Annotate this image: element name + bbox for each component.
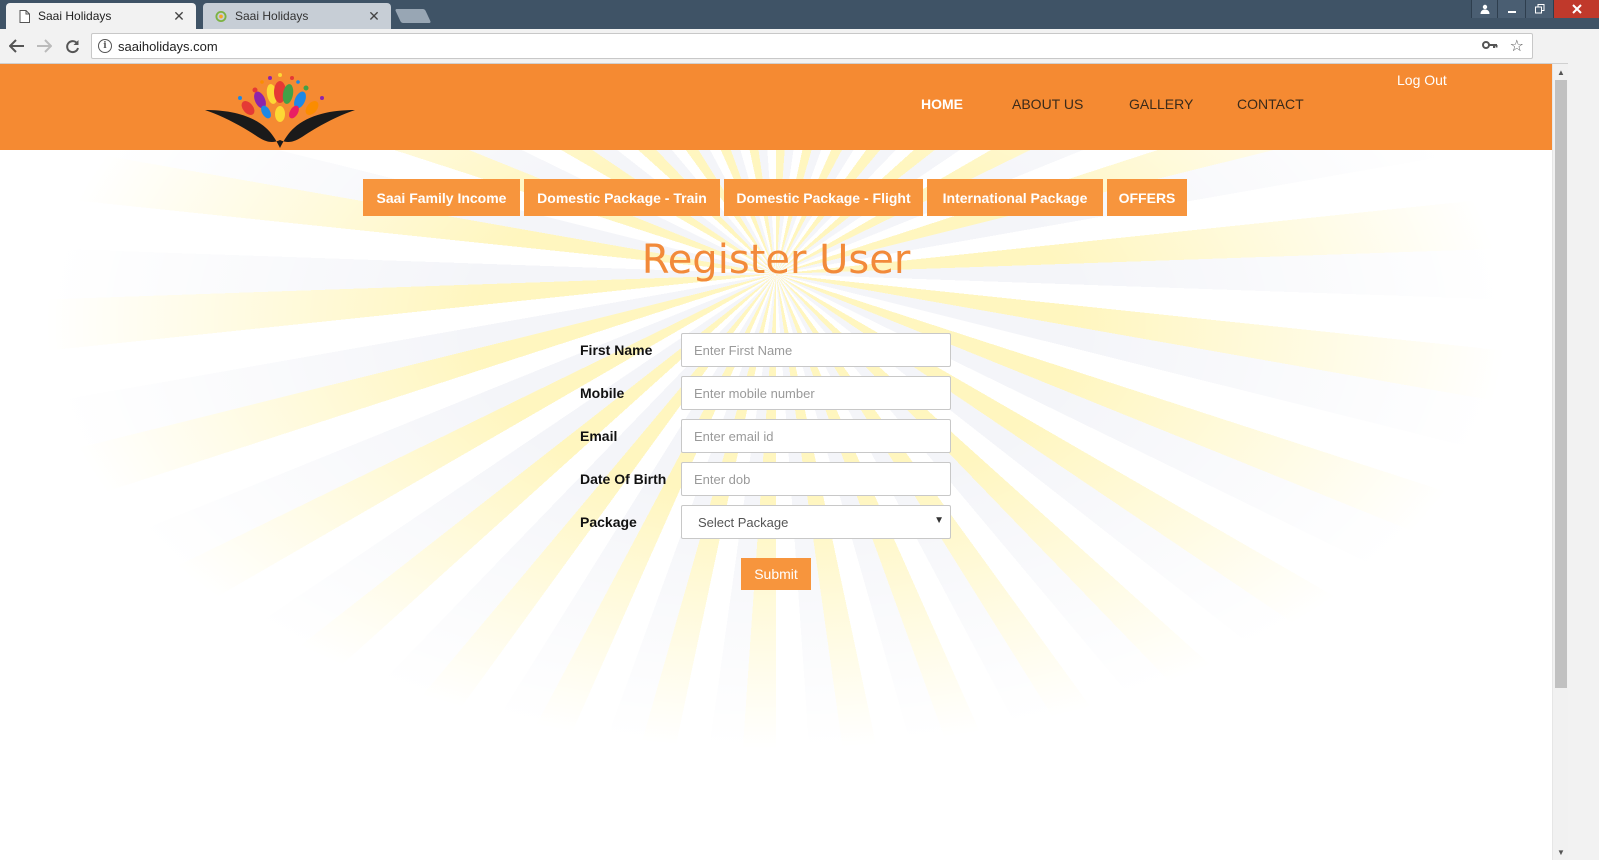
email-input[interactable] xyxy=(681,419,951,453)
package-row: Package Select Package ▼ xyxy=(580,505,960,539)
tab-saai-family-income[interactable]: Saai Family Income xyxy=(363,179,520,216)
scroll-down-arrow-icon[interactable]: ▼ xyxy=(1553,844,1569,860)
url-text: saaiholidays.com xyxy=(118,39,218,54)
scroll-thumb[interactable] xyxy=(1555,80,1567,688)
email-row: Email xyxy=(580,419,960,453)
browser-toolbar: i saaiholidays.com ☆ xyxy=(0,29,1599,64)
logout-link[interactable]: Log Out xyxy=(1397,72,1447,88)
restore-icon[interactable] xyxy=(1525,0,1553,18)
page-title: Register User xyxy=(641,237,911,283)
first-name-input[interactable] xyxy=(681,333,951,367)
back-arrow-icon[interactable] xyxy=(7,36,27,56)
caret-down-icon: ▼ xyxy=(934,515,944,526)
user-icon[interactable] xyxy=(1471,0,1497,18)
browser-tab-inactive[interactable]: Saai Holidays ✕ xyxy=(203,3,391,29)
email-label: Email xyxy=(580,428,618,444)
forward-arrow-icon[interactable] xyxy=(34,36,54,56)
web-page: Log Out HOME ABOUT US GALLERY CONTACT Sa… xyxy=(0,64,1552,860)
window-controls xyxy=(1471,0,1599,20)
package-label: Package xyxy=(580,514,637,530)
main-nav: HOME ABOUT US GALLERY CONTACT xyxy=(0,96,1552,116)
window-close-icon[interactable] xyxy=(1553,0,1599,18)
mobile-label: Mobile xyxy=(580,385,625,401)
nav-gallery[interactable]: GALLERY xyxy=(1129,96,1193,112)
page-scrollbar[interactable]: ▲ ▼ xyxy=(1552,64,1568,860)
page-icon xyxy=(18,9,30,23)
dob-label: Date Of Birth xyxy=(580,471,667,487)
address-bar[interactable]: i saaiholidays.com ☆ xyxy=(91,33,1533,59)
mobile-input[interactable] xyxy=(681,376,951,410)
nav-about-us[interactable]: ABOUT US xyxy=(1012,96,1083,112)
browser-titlebar: Saai Holidays ✕ Saai Holidays ✕ xyxy=(0,0,1599,29)
info-icon[interactable]: i xyxy=(98,39,112,53)
tab-domestic-train[interactable]: Domestic Package - Train xyxy=(524,179,720,216)
browser-tab-active[interactable]: Saai Holidays ✕ xyxy=(6,3,196,29)
star-icon[interactable]: ☆ xyxy=(1510,36,1524,56)
mobile-row: Mobile xyxy=(580,376,960,410)
minimize-icon[interactable] xyxy=(1497,0,1525,18)
tab-title: Saai Holidays xyxy=(235,9,309,23)
first-name-label: First Name xyxy=(580,342,653,358)
close-icon[interactable]: ✕ xyxy=(367,8,381,25)
site-header: Log Out HOME ABOUT US GALLERY CONTACT xyxy=(0,64,1552,150)
nav-home[interactable]: HOME xyxy=(921,96,963,112)
key-icon[interactable] xyxy=(1482,37,1498,53)
reload-icon[interactable] xyxy=(62,36,82,56)
first-name-row: First Name xyxy=(580,333,960,367)
dob-row: Date Of Birth xyxy=(580,462,960,496)
package-tabs: Saai Family Income Domestic Package - Tr… xyxy=(363,179,1187,216)
tab-title: Saai Holidays xyxy=(38,9,112,23)
scroll-up-arrow-icon[interactable]: ▲ xyxy=(1553,64,1569,80)
window-gutter xyxy=(1568,29,1599,860)
submit-button[interactable]: Submit xyxy=(741,558,811,590)
close-icon[interactable]: ✕ xyxy=(172,8,186,25)
new-tab-button[interactable] xyxy=(394,9,432,23)
dob-input[interactable] xyxy=(681,462,951,496)
tab-domestic-flight[interactable]: Domestic Package - Flight xyxy=(724,179,923,216)
tab-international-package[interactable]: International Package xyxy=(927,179,1103,216)
package-select[interactable]: Select Package ▼ xyxy=(681,505,951,539)
nav-contact[interactable]: CONTACT xyxy=(1237,96,1304,112)
tab-offers[interactable]: OFFERS xyxy=(1107,179,1187,216)
package-select-value: Select Package xyxy=(698,514,789,530)
site-favicon-icon xyxy=(215,9,227,23)
